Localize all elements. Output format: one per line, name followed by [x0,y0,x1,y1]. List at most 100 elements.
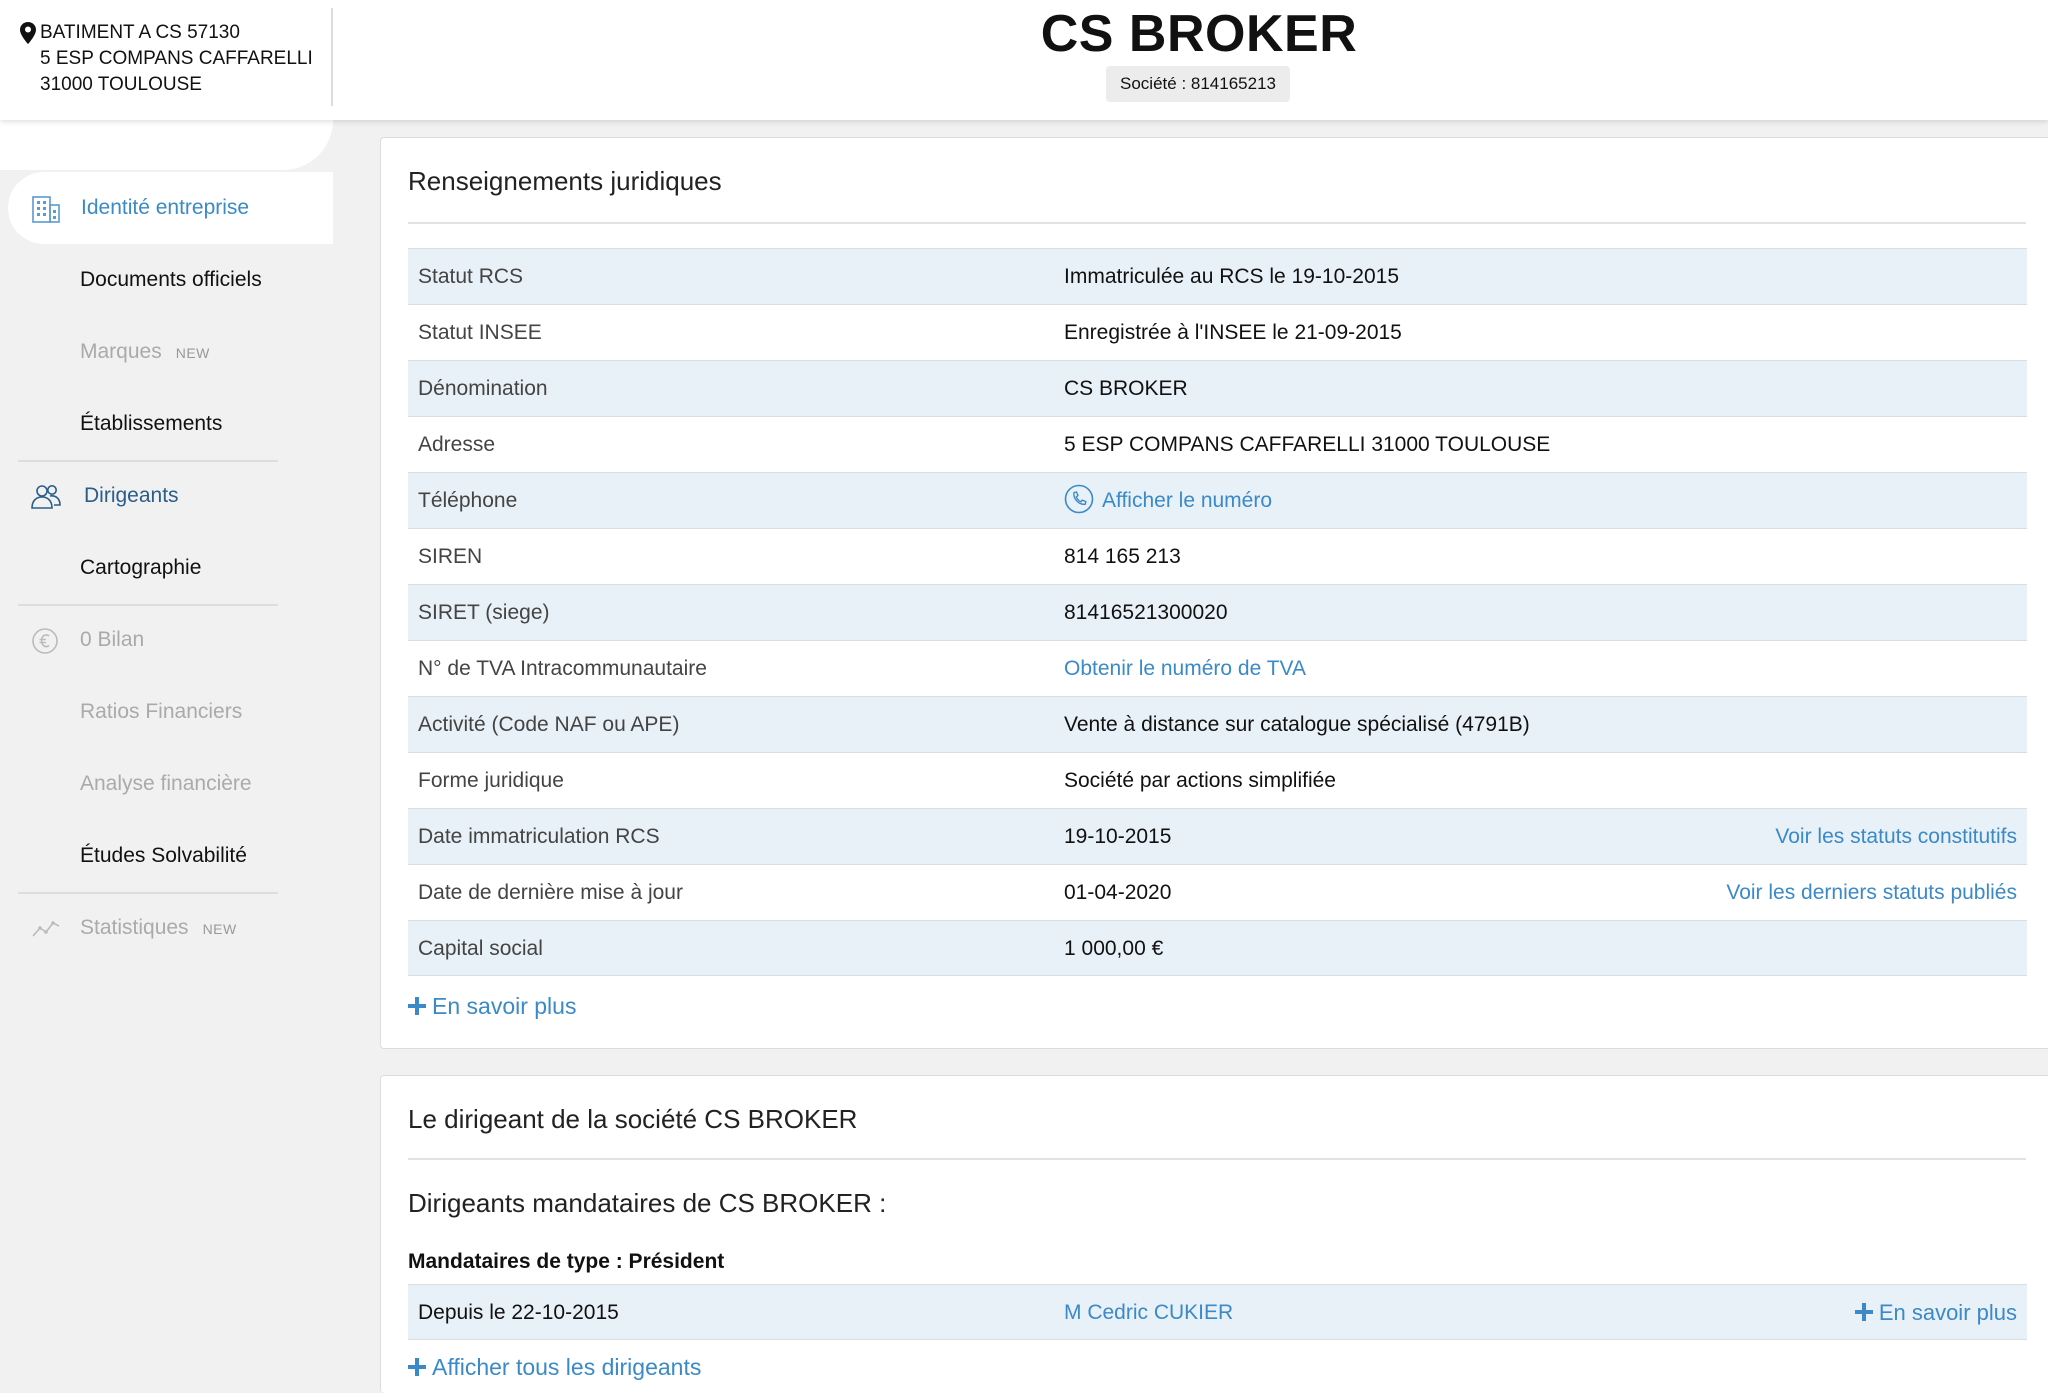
row-label: Statut INSEE [418,321,542,344]
row-label: Capital social [418,937,543,960]
section-title: Le dirigeant de la société CS BROKER [408,1104,858,1134]
plus-icon [408,1358,426,1376]
phone-icon [1064,485,1094,514]
sidebar-item-cartographie[interactable]: Cartographie [0,532,333,604]
building-icon [32,196,60,223]
address-line: 31000 TOULOUSE [40,74,202,95]
director-row: Depuis le 22-10-2015 M Cedric CUKIER En … [408,1284,2027,1340]
sidebar-item-analyse-financiere[interactable]: Analyse financière [0,748,333,820]
row-value: 1 000,00 € [1064,937,1164,960]
sidebar-item-label: Études Solvabilité [80,844,247,867]
sidebar-item-identite-entreprise[interactable]: Identité entreprise [8,172,333,244]
row-value: Immatriculée au RCS le 19-10-2015 [1064,265,1399,288]
show-all-directors-label: Afficher tous les dirigeants [432,1354,702,1380]
row-label: Dénomination [418,377,548,400]
row-label: Téléphone [418,489,518,512]
row-label: Forme juridique [418,769,564,792]
people-icon [31,485,61,509]
table-row: Adresse 5 ESP COMPANS CAFFARELLI 31000 T… [408,416,2027,472]
row-value: Vente à distance sur catalogue spécialis… [1064,713,1530,736]
section-title: Renseignements juridiques [408,166,722,196]
row-label: Adresse [418,433,496,456]
row-value: 5 ESP COMPANS CAFFARELLI 31000 TOULOUSE [1064,433,1551,456]
table-row: Capital social 1 000,00 € [408,920,2027,976]
new-badge: NEW [202,921,237,937]
title-divider [408,1158,2026,1160]
table-row: Date immatriculation RCS 19-10-2015 Voir… [408,808,2027,864]
table-row: Date de dernière mise à jour 01-04-2020 … [408,864,2027,920]
sidebar-item-label: Documents officiels [80,268,262,291]
sidebar-item-label: 0 Bilan [80,628,145,651]
sidebar-item-label: Établissements [80,412,223,435]
mandate-type-label: Mandataires de type : Président [408,1250,725,1273]
row-value: 01-04-2020 [1064,881,1172,904]
learn-more-link[interactable]: En savoir plus [408,993,576,1020]
sidebar-item-label: Marques [80,340,162,363]
show-phone-label: Afficher le numéro [1102,489,1273,512]
sidebar-item-etablissements[interactable]: Établissements [0,388,333,460]
view-initial-statutes-link[interactable]: Voir les statuts constitutifs [1775,809,2017,864]
sidebar-top-curve [0,120,333,170]
row-value: Société par actions simplifiée [1064,769,1336,792]
get-vat-number-link[interactable]: Obtenir le numéro de TVA [1064,641,1306,696]
table-row: Dénomination CS BROKER [408,360,2027,416]
row-label: Activité (Code NAF ou APE) [418,713,680,736]
sidebar-item-marques[interactable]: Marques NEW [0,316,333,388]
show-all-directors-link[interactable]: Afficher tous les dirigeants [408,1354,701,1381]
sidebar-item-label: Statistiques [80,916,189,939]
sidebar: Identité entreprise Documents officiels … [0,120,333,1393]
sidebar-item-etudes-solvabilite[interactable]: Études Solvabilité [0,820,333,892]
view-latest-statutes-link[interactable]: Voir les derniers statuts publiés [1726,865,2017,920]
show-phone-link[interactable]: Afficher le numéro [1064,473,1272,528]
row-label: SIRET (siege) [418,601,550,624]
table-row: Statut INSEE Enregistrée à l'INSEE le 21… [408,304,2027,360]
sidebar-item-bilan[interactable]: 0 Bilan [0,604,333,676]
title-divider [408,222,2026,224]
sidebar-item-label: Analyse financière [80,772,252,795]
director-name-link[interactable]: M Cedric CUKIER [1064,1285,1233,1340]
directors-card: Le dirigeant de la société CS BROKER Dir… [380,1075,2048,1393]
table-row: Activité (Code NAF ou APE) Vente à dista… [408,696,2027,752]
row-label: SIREN [418,545,483,568]
director-learn-more-link[interactable]: En savoir plus [1854,1285,2017,1340]
plus-icon [1854,1303,1873,1321]
director-learn-more-label: En savoir plus [1878,1300,2017,1325]
director-since: Depuis le 22-10-2015 [418,1301,619,1324]
row-value: 81416521300020 [1064,601,1228,624]
row-label: Date immatriculation RCS [418,825,660,848]
sidebar-item-label: Cartographie [80,556,202,579]
row-value: CS BROKER [1064,377,1188,400]
table-row: N° de TVA Intracommunautaire Obtenir le … [408,640,2027,696]
sidebar-item-dirigeants[interactable]: Dirigeants [0,460,333,532]
sidebar-item-label-wrap: Statistiques NEW [80,892,237,965]
table-row: SIRET (siege) 81416521300020 [408,584,2027,640]
sidebar-item-label: Identité entreprise [81,196,250,219]
sidebar-item-label: Ratios Financiers [80,700,243,723]
row-value: 814 165 213 [1064,545,1181,568]
legal-info-table: Statut RCS Immatriculée au RCS le 19-10-… [408,248,2027,976]
company-id-badge: Société : 814165213 [1106,66,1290,102]
sidebar-item-label-wrap: Marques NEW [80,316,210,389]
plus-icon [408,997,426,1015]
chart-line-icon [32,921,60,937]
row-value: Enregistrée à l'INSEE le 21-09-2015 [1064,321,1402,344]
new-badge: NEW [175,345,210,361]
table-row: Téléphone Afficher le numéro [408,472,2027,528]
row-value: 19-10-2015 [1064,825,1172,848]
row-label: Statut RCS [418,265,524,288]
row-label: Date de dernière mise à jour [418,881,683,904]
row-label: N° de TVA Intracommunautaire [418,657,707,680]
table-row: Forme juridique Société par actions simp… [408,752,2027,808]
euro-icon [32,628,58,654]
sidebar-item-ratios-financiers[interactable]: Ratios Financiers [0,676,333,748]
legal-info-card: Renseignements juridiques Statut RCS Imm… [380,137,2048,1049]
table-row: Statut RCS Immatriculée au RCS le 19-10-… [408,248,2027,304]
table-row: SIREN 814 165 213 [408,528,2027,584]
directors-subtitle: Dirigeants mandataires de CS BROKER : [408,1188,887,1218]
company-name: CS BROKER [1040,5,1358,63]
learn-more-label: En savoir plus [432,993,577,1019]
sidebar-item-documents-officiels[interactable]: Documents officiels [0,244,333,316]
sidebar-item-label: Dirigeants [84,484,179,507]
company-header: BATIMENT A CS 57130 5 ESP COMPANS CAFFAR… [0,0,2048,120]
sidebar-item-statistiques[interactable]: Statistiques NEW [0,892,333,964]
